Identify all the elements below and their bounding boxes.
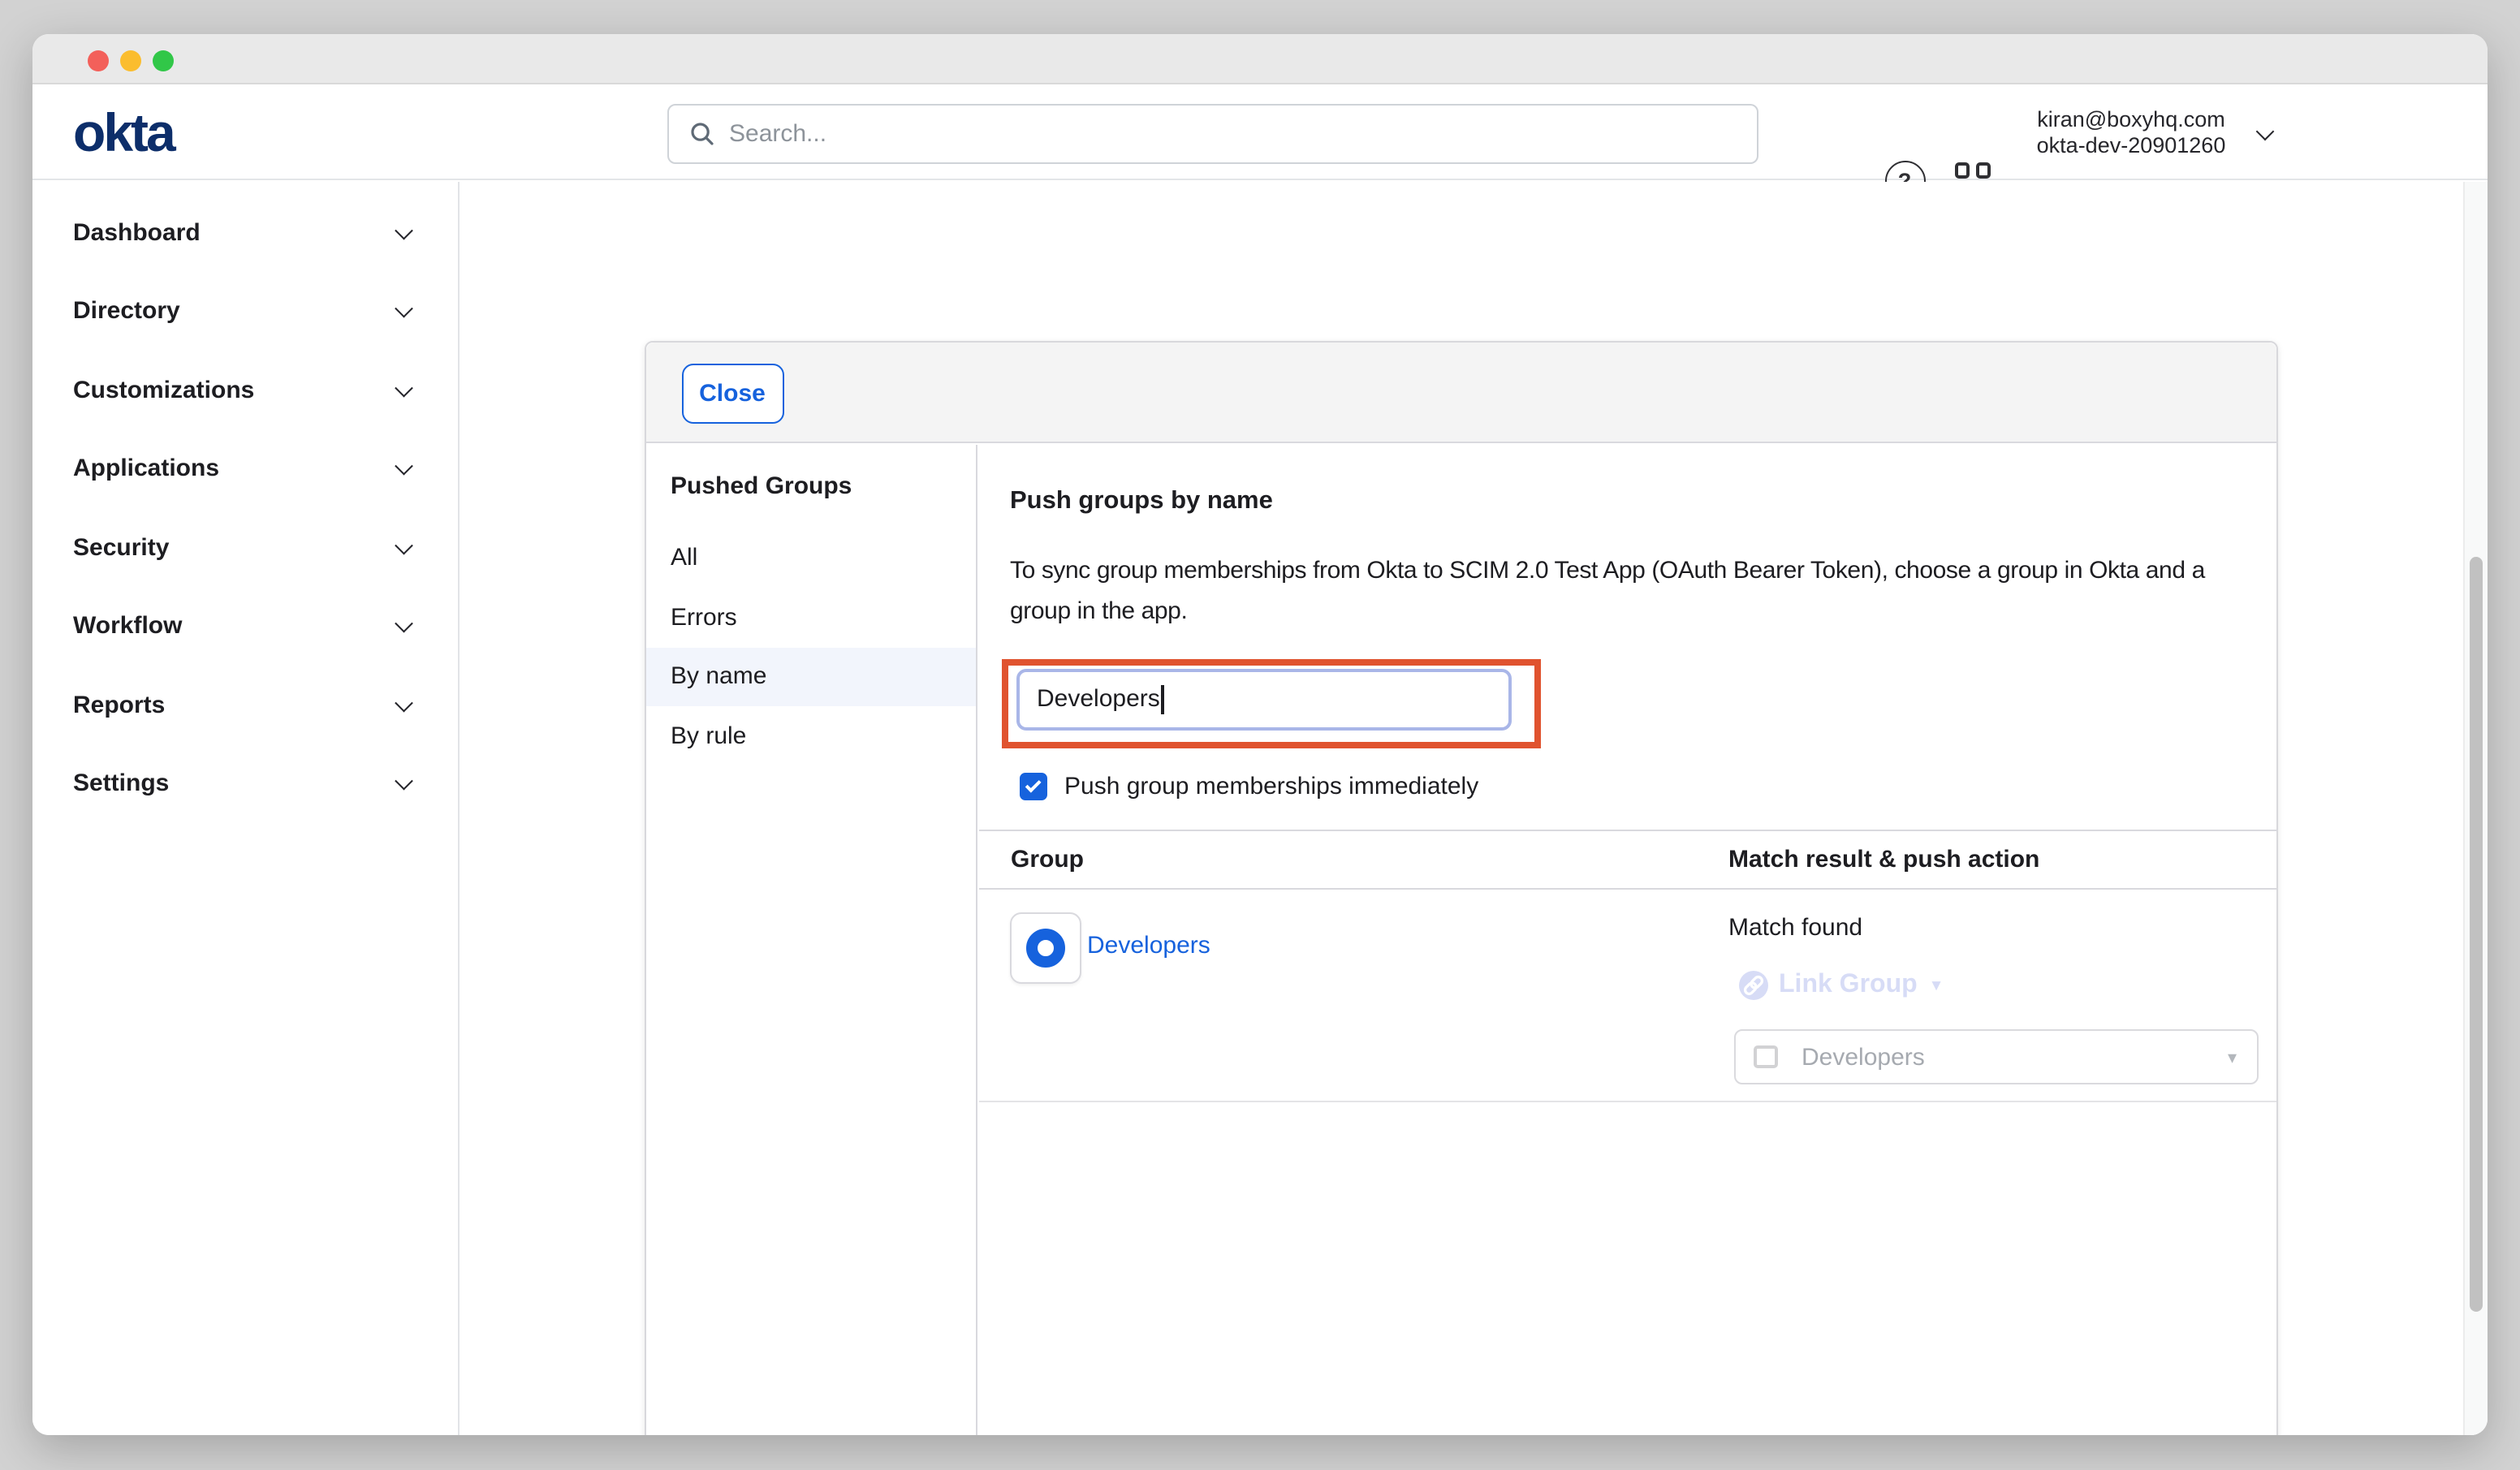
chevron-down-icon bbox=[395, 772, 412, 789]
table-row: Developers Match found Link Group bbox=[978, 890, 2276, 1101]
pushed-groups-subnav: Pushed Groups All Errors By name By rule bbox=[646, 445, 977, 1435]
group-icon bbox=[1009, 912, 1081, 983]
column-header-match: Match result & push action bbox=[1728, 831, 2039, 890]
group-name-input[interactable]: Developers bbox=[1016, 668, 1511, 731]
account-org: okta-dev-20901260 bbox=[1996, 132, 2267, 158]
chevron-down-icon bbox=[395, 221, 412, 238]
link-icon bbox=[1738, 971, 1767, 1000]
zoom-window-button[interactable] bbox=[153, 50, 174, 71]
sidebar-item-workflow[interactable]: Workflow bbox=[32, 587, 457, 666]
app-group-select[interactable]: Developers ▾ bbox=[1734, 1029, 2258, 1084]
chevron-down-icon bbox=[395, 300, 412, 317]
chevron-down-icon bbox=[395, 536, 412, 553]
push-groups-dialog: Close Pushed Groups All Errors By name B… bbox=[645, 341, 2278, 1435]
sidebar-item-customizations[interactable]: Customizations bbox=[32, 351, 457, 429]
sidebar-item-reports[interactable]: Reports bbox=[32, 666, 457, 744]
scrollbar-thumb[interactable] bbox=[2469, 557, 2483, 1312]
push-immediately-checkbox[interactable] bbox=[1019, 773, 1046, 800]
account-menu[interactable]: kiran@boxyhq.com okta-dev-20901260 bbox=[1996, 106, 2267, 158]
link-group-label: Link Group bbox=[1779, 971, 1918, 1000]
window-titlebar bbox=[32, 34, 2488, 84]
grid-square bbox=[1954, 162, 1970, 178]
push-immediately-label: Push group memberships immediately bbox=[1064, 773, 1478, 800]
chevron-down-icon bbox=[395, 614, 412, 632]
panel-title: Push groups by name bbox=[1010, 487, 1273, 516]
match-table-header: Group Match result & push action bbox=[978, 830, 2276, 890]
text-cursor bbox=[1162, 685, 1164, 714]
dialog-toolbar: Close bbox=[646, 343, 2276, 443]
sidebar-item-dashboard[interactable]: Dashboard bbox=[32, 193, 457, 272]
sidebar-item-settings[interactable]: Settings bbox=[32, 744, 457, 823]
browser-window: okta ? kiran@boxyhq.com okta-dev-2090126… bbox=[32, 34, 2488, 1435]
global-search[interactable] bbox=[667, 104, 1758, 163]
close-window-button[interactable] bbox=[88, 50, 109, 71]
group-ring-icon bbox=[1025, 928, 1064, 967]
grid-square bbox=[1975, 162, 1991, 178]
sidebar-item-directory[interactable]: Directory bbox=[32, 272, 457, 351]
search-input[interactable] bbox=[729, 120, 1757, 148]
check-icon bbox=[1025, 777, 1040, 792]
traffic-lights bbox=[88, 50, 174, 71]
close-button[interactable]: Close bbox=[681, 363, 783, 423]
sidebar-item-security[interactable]: Security bbox=[32, 508, 457, 587]
subnav-item-by-name[interactable]: By name bbox=[646, 647, 976, 706]
okta-logo: okta bbox=[73, 102, 174, 164]
panel-description: To sync group memberships from Okta to S… bbox=[1010, 552, 2247, 632]
column-header-group: Group bbox=[1011, 831, 1084, 890]
search-icon bbox=[690, 122, 714, 146]
sidebar-item-applications[interactable]: Applications bbox=[32, 429, 457, 508]
chevron-down-icon bbox=[395, 693, 412, 710]
push-by-name-panel: Push groups by name To sync group member… bbox=[978, 445, 2276, 1435]
subnav-item-all[interactable]: All bbox=[646, 528, 976, 588]
group-name-link[interactable]: Developers bbox=[1087, 932, 1210, 959]
link-group-button[interactable]: Link Group ▼ bbox=[1738, 971, 1944, 1000]
group-name-input-value: Developers bbox=[1037, 686, 1160, 713]
screen: okta ? kiran@boxyhq.com okta-dev-2090126… bbox=[0, 0, 2520, 1470]
sidebar-nav: Dashboard Directory Customizations Appli… bbox=[32, 182, 459, 1435]
subnav-title: Pushed Groups bbox=[671, 472, 852, 500]
caret-down-icon: ▼ bbox=[1929, 976, 1944, 994]
minimize-window-button[interactable] bbox=[120, 50, 141, 71]
match-status: Match found bbox=[1728, 914, 1862, 942]
app-header: okta ? kiran@boxyhq.com okta-dev-2090126… bbox=[32, 84, 2488, 180]
vertical-scrollbar bbox=[2462, 182, 2488, 1435]
caret-down-icon: ▾ bbox=[2228, 1046, 2237, 1067]
group-placeholder-icon bbox=[1754, 1045, 1777, 1069]
subnav-item-by-rule[interactable]: By rule bbox=[646, 706, 976, 765]
app-group-select-value: Developers bbox=[1802, 1043, 2228, 1071]
main-content: Dashboard Directory Customizations Appli… bbox=[32, 182, 2488, 1435]
chevron-down-icon bbox=[395, 378, 412, 395]
subnav-item-errors[interactable]: Errors bbox=[646, 588, 976, 647]
account-email: kiran@boxyhq.com bbox=[1996, 106, 2267, 132]
push-immediately-row: Push group memberships immediately bbox=[1019, 773, 1478, 800]
chevron-down-icon bbox=[395, 457, 412, 474]
